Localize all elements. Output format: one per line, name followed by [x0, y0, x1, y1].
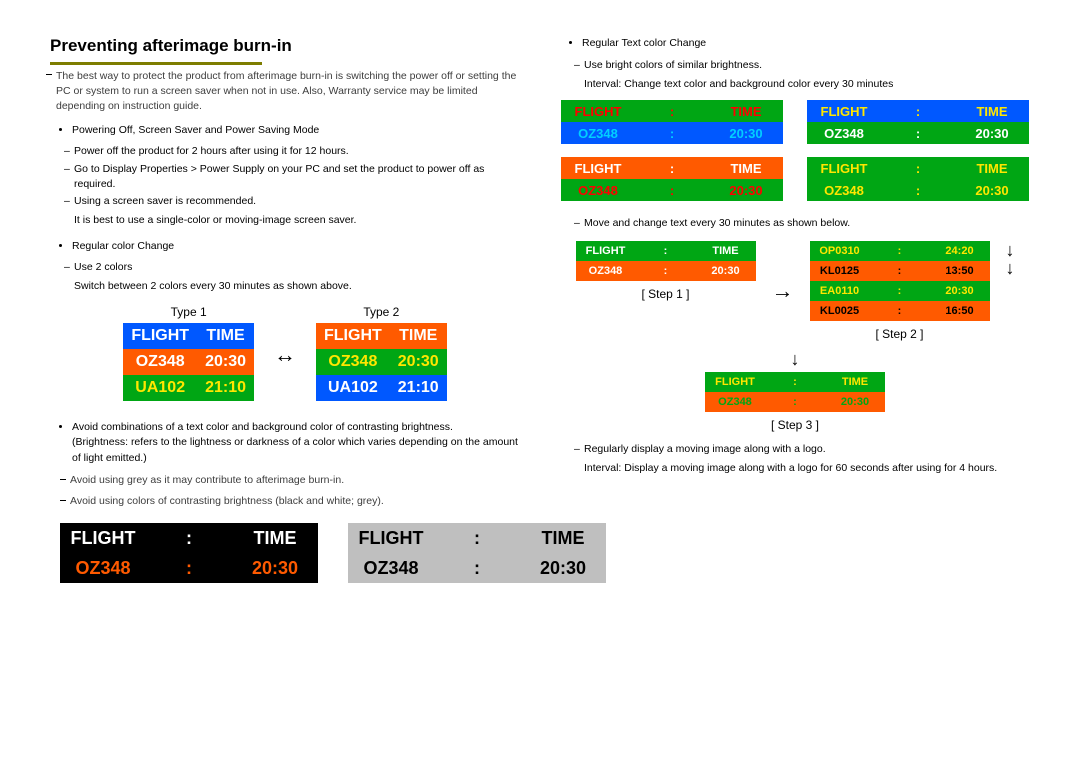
note-text: Avoid using grey as it may contribute to… [50, 473, 520, 488]
bad-example-black: FLIGHT:TIME OZ348:20:30 [60, 523, 318, 583]
example-board-type1: FLIGHTTIME OZ34820:30 UA10221:10 [123, 323, 254, 401]
color-example-board: FLIGHT:TIME OZ348:20:30 [561, 157, 783, 201]
title-underline [50, 62, 262, 65]
type-label: Type 1 [123, 305, 254, 319]
right-arrow-icon: → [772, 278, 794, 304]
list-item: Using a screen saver is recommended. [64, 194, 520, 209]
step-label: [ Step 2 ] [875, 327, 923, 341]
example-board-type2: FLIGHTTIME OZ34820:30 UA10221:10 [316, 323, 447, 401]
list-item: Use bright colors of similar brightness. [574, 58, 1030, 73]
step2-board: OP0310:24:20 KL0125:13:50 EA0110:20:30 K… [810, 241, 990, 321]
sub-text: Interval: Change text color and backgrou… [560, 77, 1030, 92]
step-label: [ Step 3 ] [771, 418, 819, 432]
swap-arrow-icon: ↔ [274, 342, 296, 368]
color-example-board: FLIGHT:TIME OZ348:20:30 [807, 157, 1029, 201]
list-item: Power off the product for 2 hours after … [64, 144, 520, 159]
step1-board: FLIGHT:TIME OZ348:20:30 [576, 241, 756, 281]
sub-text: Interval: Display a moving image along w… [560, 461, 1030, 476]
list-item: Go to Display Properties > Power Supply … [64, 162, 520, 192]
color-example-board: FLIGHT:TIME OZ348:20:30 [807, 100, 1029, 144]
note-text: Avoid using colors of contrasting bright… [50, 494, 520, 509]
step-label: [ Step 1 ] [641, 287, 689, 301]
type-label: Type 2 [316, 305, 447, 319]
list-item: Regular color Change [72, 239, 520, 255]
down-arrow-icon: ↓ [1006, 259, 1015, 277]
section-title: Preventing afterimage burn-in [50, 36, 520, 56]
list-item: Avoid combinations of a text color and b… [72, 420, 520, 467]
list-item: Move and change text every 30 minutes as… [574, 216, 1030, 231]
list-item: Regularly display a moving image along w… [574, 442, 1030, 457]
color-example-board: FLIGHT:TIME OZ348:20:30 [561, 100, 783, 144]
sub-text: Switch between 2 colors every 30 minutes… [50, 279, 520, 294]
down-arrow-icon: ↓ [560, 351, 1030, 367]
list-item: Use 2 colors [64, 260, 520, 275]
intro-text: The best way to protect the product from… [50, 69, 520, 115]
list-item: Powering Off, Screen Saver and Power Sav… [72, 123, 520, 139]
list-item: Regular Text color Change [582, 36, 1030, 52]
sub-text: It is best to use a single-color or movi… [50, 213, 520, 228]
step3-board: FLIGHT:TIME OZ348:20:30 [705, 372, 885, 412]
down-arrow-icon: ↓ [1006, 241, 1015, 259]
